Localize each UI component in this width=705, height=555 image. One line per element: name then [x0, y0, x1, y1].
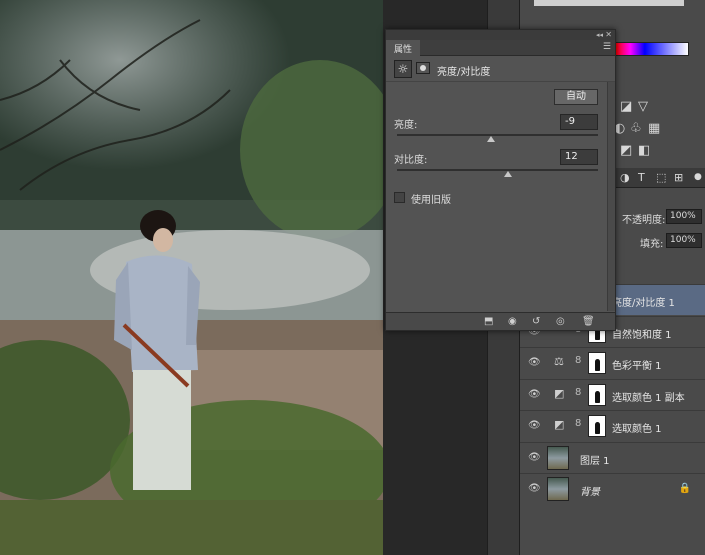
properties-panel: 属性 ◂◂ ✕ ☰ ☼ 亮度/对比度 自动 亮度: -9 对比度: 12 使用旧… — [385, 29, 616, 331]
selective-color-icon[interactable]: ◩ — [620, 144, 632, 157]
contrast-slider-track[interactable] — [397, 169, 598, 171]
contrast-input[interactable]: 12 — [560, 149, 598, 165]
channel-mixer-icon[interactable]: ♧ — [630, 122, 642, 135]
brightness-input[interactable]: -9 — [560, 114, 598, 130]
threshold-icon[interactable]: ◧ — [638, 144, 650, 157]
eye-icon[interactable]: 👁 — [528, 357, 542, 368]
layer-name: 选取颜色 1 — [612, 424, 662, 435]
brightness-slider-knob[interactable] — [487, 136, 496, 142]
brightness-label: 亮度: — [394, 120, 418, 131]
filter-toggle-icon[interactable]: ● — [694, 171, 702, 184]
layer-filter-bar: ◑ T ⬚ ⊞ ● — [614, 168, 705, 188]
collapse-icon[interactable]: ◂◂ — [596, 31, 603, 39]
contrast-label: 对比度: — [394, 155, 428, 166]
color-lookup-icon[interactable]: ▦ — [648, 122, 660, 135]
clip-to-layer-icon[interactable]: ⬒ — [484, 316, 493, 327]
layer-mask-thumbnail[interactable] — [588, 352, 606, 374]
opacity-label: 不透明度: — [622, 215, 666, 226]
properties-header: ☼ 亮度/对比度 — [386, 56, 615, 82]
use-legacy-checkbox[interactable] — [394, 192, 405, 203]
layer-row-layer-1[interactable]: 👁 图层 1 — [520, 442, 705, 473]
link-icon: 8 — [575, 418, 582, 429]
layer-row-selective-color-copy[interactable]: 👁 ◩ 8 选取颜色 1 副本 — [520, 379, 705, 410]
layer-name: 亮度/对比度 1 — [612, 298, 675, 309]
type-filter-icon[interactable]: T — [638, 171, 645, 184]
layer-name: 自然饱和度 1 — [612, 330, 672, 341]
fill-label: 填充: — [640, 239, 664, 250]
layer-row-background[interactable]: 👁 背景 🔒 — [520, 473, 705, 504]
layer-thumbnail[interactable] — [547, 446, 569, 470]
layer-name: 色彩平衡 1 — [612, 361, 662, 372]
layer-row-selective-color[interactable]: 👁 ◩ 8 选取颜色 1 — [520, 410, 705, 441]
link-icon: 8 — [575, 355, 582, 366]
reset-icon[interactable]: ↺ — [532, 316, 540, 327]
properties-footer: ⬒ ◉ ↺ ◎ 🗑 — [386, 312, 615, 330]
eye-icon[interactable]: 👁 — [528, 420, 542, 431]
close-icon[interactable]: ✕ — [605, 30, 612, 39]
mask-icon[interactable] — [416, 62, 430, 74]
document-canvas[interactable] — [0, 0, 383, 555]
panel-drag-bar[interactable] — [386, 30, 615, 40]
panel-menu-icon[interactable]: ☰ — [603, 42, 611, 52]
layer-thumbnail[interactable] — [547, 477, 569, 501]
color-spectrum[interactable] — [615, 42, 689, 56]
use-legacy-label: 使用旧版 — [411, 195, 451, 206]
balance-scale-icon: ⚖ — [554, 355, 564, 368]
selective-color-icon: ◩ — [554, 387, 565, 400]
link-icon: 8 — [575, 387, 582, 398]
tab-properties[interactable]: 属性 — [386, 40, 421, 56]
layer-row-color-balance[interactable]: 👁 ⚖ 8 色彩平衡 1 — [520, 347, 705, 378]
levels-icon[interactable]: ◪ — [620, 100, 632, 113]
layer-name: 选取颜色 1 副本 — [612, 393, 685, 404]
filter-circle-icon[interactable]: ◑ — [620, 171, 630, 184]
shape-filter-icon[interactable]: ⬚ — [656, 171, 666, 184]
smart-filter-icon[interactable]: ⊞ — [674, 171, 683, 184]
auto-button[interactable]: 自动 — [554, 89, 598, 105]
visibility-eye-icon[interactable]: ◎ — [556, 316, 565, 327]
opacity-input[interactable]: 100% — [666, 209, 702, 224]
gradient-map-icon[interactable]: ▽ — [638, 100, 648, 113]
photoshop-window: ◪ ▽ ◐ ♧ ▦ ◩ ◧ ◑ T ⬚ ⊞ ● 不透明度: 100% 填充: 1… — [0, 0, 705, 555]
fill-input[interactable]: 100% — [666, 233, 702, 248]
properties-tabbar: 属性 ◂◂ ✕ ☰ — [386, 30, 615, 56]
layer-name: 图层 1 — [580, 456, 610, 467]
layer-mask-thumbnail[interactable] — [588, 415, 606, 437]
eye-icon[interactable]: 👁 — [528, 389, 542, 400]
brightness-contrast-icon[interactable]: ☼ — [394, 60, 412, 78]
selective-color-icon: ◩ — [554, 418, 565, 431]
eye-icon[interactable]: 👁 — [528, 452, 542, 463]
trash-icon[interactable]: 🗑 — [582, 316, 595, 327]
properties-scrollbar[interactable] — [607, 82, 615, 311]
lock-icon: 🔒 — [678, 483, 691, 494]
swatch-strip — [534, 0, 684, 6]
layer-mask-thumbnail[interactable] — [588, 384, 606, 406]
contrast-slider-knob[interactable] — [503, 171, 512, 177]
brightness-slider-track[interactable] — [397, 134, 598, 136]
view-previous-icon[interactable]: ◉ — [508, 316, 517, 327]
eye-icon[interactable]: 👁 — [528, 483, 542, 494]
canvas-photo — [0, 0, 383, 555]
layer-name: 背景 — [580, 487, 600, 498]
adjustment-title: 亮度/对比度 — [437, 67, 491, 78]
